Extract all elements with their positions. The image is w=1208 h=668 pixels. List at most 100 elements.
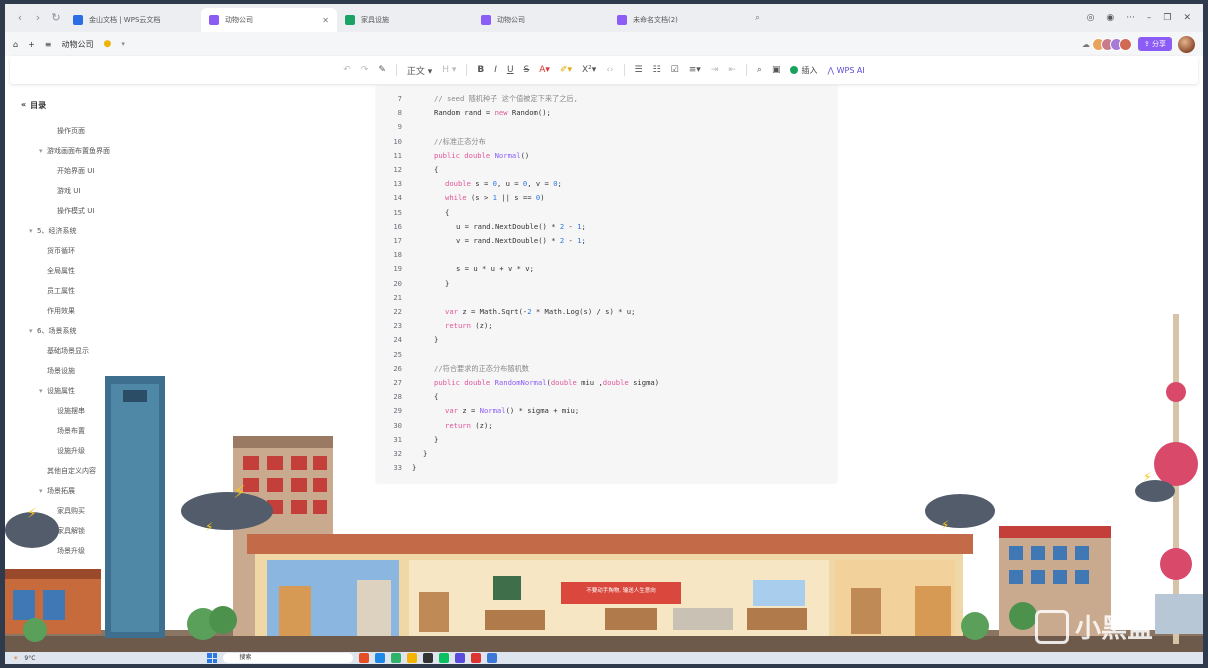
outline-item[interactable]: 设施摆串 [21, 401, 221, 421]
app-icon[interactable] [439, 653, 450, 663]
code-icon[interactable]: ‹› [606, 65, 613, 75]
tab[interactable]: 动物公司 ✕ [201, 8, 337, 32]
tab[interactable]: 动物公司 [473, 8, 609, 32]
code-block[interactable]: 7 // seed 随机种子 这个值被定下来了之后, 8 Random rand = … [376, 86, 837, 483]
numbered-list-icon[interactable]: ☷ [653, 65, 661, 75]
minimize-icon[interactable]: – [1147, 13, 1152, 23]
app-icon[interactable] [423, 653, 434, 663]
window-controls: ◎ ◉ ··· – ❐ ✕ [1087, 13, 1203, 23]
line-number: 21 [393, 292, 402, 302]
comment-icon[interactable]: ▣ [772, 65, 781, 75]
app-icon[interactable] [471, 653, 482, 663]
outline-item-label: 场景设施 [47, 367, 75, 375]
outline-item[interactable]: 货币循环 [21, 241, 221, 261]
back-icon[interactable]: ‹ [11, 9, 29, 27]
share-button[interactable]: ⇪ 分享 [1137, 37, 1172, 51]
cloud-sync-icon[interactable]: ☁ [1082, 40, 1090, 49]
outline-item[interactable]: ▾ 6、场景系统 [21, 321, 221, 341]
strikethrough-icon[interactable]: S [524, 65, 530, 75]
outline-item-label: 6、场景系统 [37, 327, 77, 335]
outline-item[interactable]: 员工属性 [21, 281, 221, 301]
outline-item[interactable]: ▾ 游戏画面布置鱼界面 [21, 141, 221, 161]
code-text: var z = Normal() * sigma + miu; [445, 406, 580, 416]
outline-item[interactable]: 场景布置 [21, 421, 221, 441]
outline-item[interactable]: 设施升级 [21, 441, 221, 461]
app-icon[interactable] [455, 653, 466, 663]
outline-item[interactable]: 开始界面 UI [21, 161, 221, 181]
superscript-icon[interactable]: X²▾ [582, 65, 596, 75]
checklist-icon[interactable]: ☑ [671, 65, 679, 75]
tab[interactable]: 金山文档 | WPS云文档 [65, 8, 201, 32]
italic-icon[interactable]: I [494, 65, 497, 75]
storm-cloud [925, 494, 995, 528]
refresh-icon[interactable]: ↻ [47, 9, 65, 27]
forward-icon[interactable]: › [29, 9, 47, 27]
outline-header[interactable]: « 目录 [21, 100, 221, 111]
highlight-icon[interactable]: ✐▾ [560, 65, 572, 75]
user-avatar[interactable] [1178, 35, 1195, 53]
globe-icon[interactable]: ◉ [1106, 13, 1114, 23]
outline-item[interactable]: 其他自定义内容 [21, 461, 221, 481]
outline-item[interactable]: 场景升级 [21, 541, 221, 561]
more-icon[interactable]: ··· [1126, 13, 1135, 23]
line-number: 26 [393, 363, 402, 373]
star-icon[interactable]: ● [103, 39, 111, 49]
outline-item[interactable]: 场景设施 [21, 361, 221, 381]
underline-icon[interactable]: U [507, 65, 514, 75]
app-icon[interactable] [375, 653, 386, 663]
heading-select[interactable]: H ▾ [442, 65, 456, 75]
undo-icon[interactable]: ↶ [343, 65, 351, 75]
outline-item[interactable]: ▾ 设施属性 [21, 381, 221, 401]
weather-icon[interactable]: ☀ [13, 655, 18, 662]
document-icon [209, 15, 219, 25]
app-icon[interactable] [487, 653, 498, 663]
start-icon[interactable] [207, 653, 218, 663]
app-icon[interactable] [391, 653, 402, 663]
tab-search-icon[interactable]: ⌕ [755, 13, 760, 23]
maximize-icon[interactable]: ❐ [1163, 13, 1171, 23]
collapse-icon[interactable]: « [21, 100, 26, 111]
redo-icon[interactable]: ↷ [361, 65, 369, 75]
outline-item[interactable]: 基础场景显示 [21, 341, 221, 361]
tab[interactable]: 家具设施 [337, 8, 473, 32]
outline-item[interactable]: 全局属性 [21, 261, 221, 281]
app-icon[interactable] [407, 653, 418, 663]
menu-icon[interactable]: ≡ [45, 40, 52, 49]
outline-item[interactable]: 游戏 UI [21, 181, 221, 201]
outline-item[interactable]: 操作模式 UI [21, 201, 221, 221]
taskbar-search-input[interactable]: 搜索 [223, 653, 354, 663]
outline-item[interactable]: ▾ 5、经济系统 [21, 221, 221, 241]
outline-panel: « 目录 操作页面 ▾ 游戏画面布置鱼界面 开始界面 UI 游戏 UI 操作模式 UI ▾ 5… [21, 100, 221, 561]
insert-button[interactable]: 插入 [790, 65, 817, 76]
bullet-list-icon[interactable]: ☰ [635, 65, 643, 75]
storm-cloud [1135, 480, 1175, 502]
outline-item[interactable]: 家具解锁 [21, 521, 221, 541]
format-painter-icon[interactable]: ✎ [378, 65, 386, 75]
bold-icon[interactable]: B [477, 65, 484, 75]
style-select[interactable]: 正文 ▾ [407, 64, 432, 77]
chevron-down-icon[interactable]: ▾ [121, 40, 125, 48]
outline-item[interactable]: 作用效果 [21, 301, 221, 321]
tab[interactable]: 未命名文档(2) [609, 8, 745, 32]
doc-title[interactable]: 动物公司 [61, 39, 93, 50]
collaborator-avatars[interactable] [1091, 37, 1132, 51]
search-icon[interactable]: ⌕ [757, 65, 762, 75]
app-icon[interactable] [359, 653, 370, 663]
wps-ai-button[interactable]: ⋀ WPS AI [827, 66, 864, 75]
home-icon[interactable]: ⌂ [13, 40, 18, 49]
indent-icon[interactable]: ⇥ [711, 65, 719, 75]
account-icon[interactable]: ◎ [1087, 13, 1095, 23]
divider [745, 64, 747, 76]
outline-item[interactable]: 家具购买 [21, 501, 221, 521]
outline-item-label: 设施属性 [47, 387, 75, 395]
tab-close-icon[interactable]: ✕ [322, 16, 329, 25]
new-icon[interactable]: + [28, 40, 35, 49]
font-color-icon[interactable]: A▾ [539, 65, 550, 75]
outdent-icon[interactable]: ⇤ [728, 65, 736, 75]
close-icon[interactable]: ✕ [1183, 13, 1191, 23]
outline-item[interactable]: ▾ 场景拓展 [21, 481, 221, 501]
outline-item[interactable]: 操作页面 [21, 121, 221, 141]
office-banner: 不要动手掏物, 输送人生意向 [586, 588, 656, 594]
align-icon[interactable]: ≡▾ [689, 65, 701, 75]
code-text: } [445, 278, 450, 288]
